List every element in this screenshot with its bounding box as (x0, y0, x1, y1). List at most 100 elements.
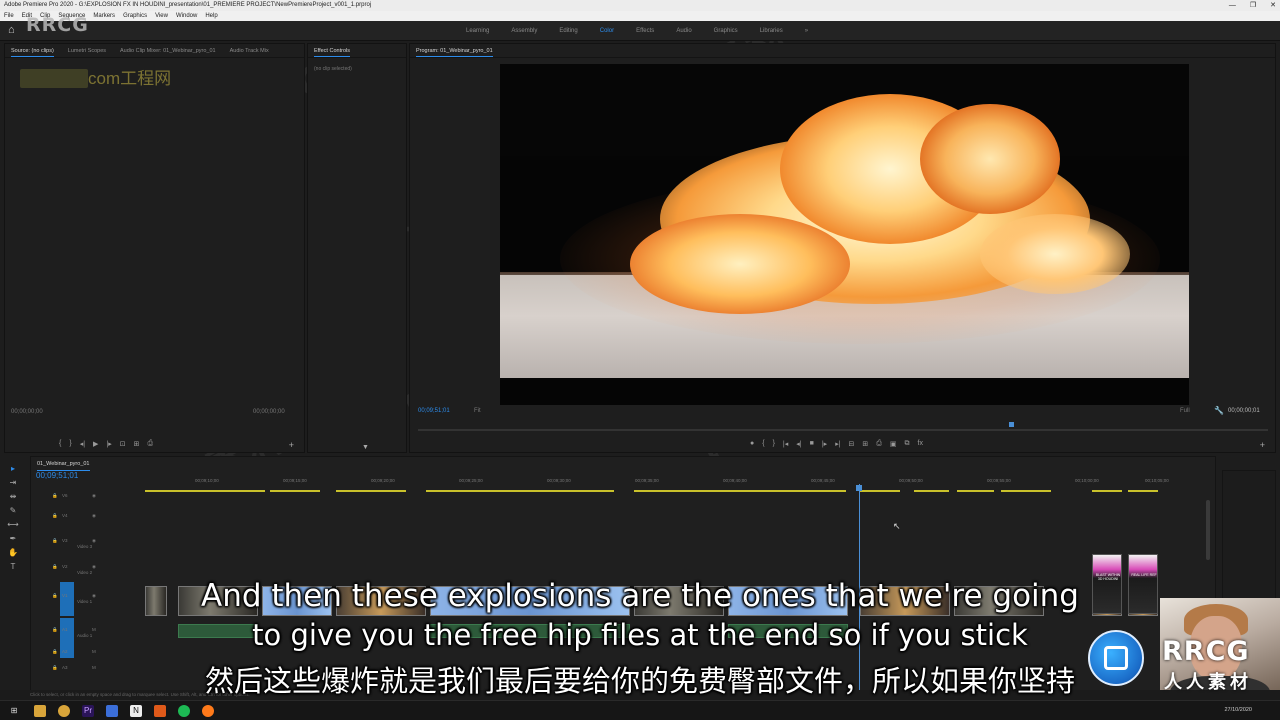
track-select-tool-icon[interactable]: ⇥ (10, 478, 17, 487)
notion-icon[interactable]: N (130, 705, 142, 717)
mark-out-icon[interactable]: } (773, 440, 775, 448)
timeline-timecode[interactable]: 00;09;51;01 (36, 471, 78, 480)
eye-icon[interactable]: ◉ (92, 493, 96, 499)
workspace-more[interactable]: » (794, 21, 819, 41)
windows-start-icon[interactable]: ⊞ (8, 705, 20, 717)
work-area-bar[interactable] (860, 490, 900, 492)
eye-icon[interactable]: ◉ (92, 538, 96, 544)
clip-dropdown[interactable]: (no clip selected) (314, 66, 352, 72)
tab-sequence[interactable]: 01_Webinar_pyro_01 (37, 457, 90, 471)
file-explorer-icon[interactable] (34, 705, 46, 717)
close-button[interactable]: ✕ (1270, 0, 1276, 11)
lock-icon[interactable]: 🔒 (52, 493, 58, 499)
workspace-editing[interactable]: Editing (548, 21, 588, 41)
workspace-assembly[interactable]: Assembly (500, 21, 548, 41)
type-tool-icon[interactable]: T (11, 562, 16, 571)
add-marker-icon[interactable]: ● (750, 440, 754, 448)
lock-icon[interactable]: 🔒 (52, 564, 58, 570)
play-icon[interactable]: ▶ (93, 440, 98, 448)
app-icon[interactable] (106, 705, 118, 717)
add-button-icon[interactable]: + (1260, 440, 1265, 450)
export-frame-icon[interactable]: ⎙ (148, 440, 154, 448)
compare-icon[interactable]: ▣ (890, 440, 897, 448)
tab-program[interactable]: Program: 01_Webinar_pyro_01 (416, 44, 493, 57)
playhead-handle[interactable] (856, 485, 862, 491)
lift-icon[interactable]: ⊟ (849, 440, 855, 448)
work-area-bar[interactable] (1092, 490, 1122, 492)
pen-tool-icon[interactable]: ✒ (10, 534, 17, 543)
go-to-in-icon[interactable]: |◂ (783, 440, 788, 448)
step-back-icon[interactable]: ◂| (796, 440, 801, 448)
tab-effect-controls[interactable]: Effect Controls (314, 44, 350, 57)
work-area-bar[interactable] (336, 490, 406, 492)
work-area-bar[interactable] (426, 490, 614, 492)
mark-out-icon[interactable]: } (69, 440, 71, 448)
spotify-icon[interactable] (178, 705, 190, 717)
lock-icon[interactable]: 🔒 (52, 538, 58, 544)
stop-icon[interactable]: ■ (810, 440, 814, 448)
slip-tool-icon[interactable]: ⟷ (7, 520, 18, 529)
tab-lumetri-scopes[interactable]: Lumetri Scopes (68, 44, 106, 57)
tab-source[interactable]: Source: (no clips) (11, 44, 54, 57)
filter-icon[interactable]: ▼ (362, 444, 369, 451)
workspace-libraries[interactable]: Libraries (749, 21, 794, 41)
workspace-audio[interactable]: Audio (665, 21, 702, 41)
workspace-graphics[interactable]: Graphics (703, 21, 749, 41)
firefox-icon[interactable] (202, 705, 214, 717)
add-button-icon[interactable]: + (289, 440, 294, 450)
work-area-bar[interactable] (1001, 490, 1051, 492)
work-area-bar[interactable] (634, 490, 846, 492)
eye-icon[interactable]: ◉ (92, 564, 96, 570)
track-header[interactable]: 🔒 V3 ◉ Video 3 (32, 535, 144, 549)
source-timecode[interactable]: 00;00;00;00 (11, 409, 43, 415)
hand-tool-icon[interactable]: ✋ (8, 548, 18, 557)
selection-tool-icon[interactable]: ▸ (11, 464, 15, 473)
menu-window[interactable]: Window (176, 11, 197, 21)
premiere-pro-icon[interactable]: Pr (82, 705, 94, 717)
step-forward-icon[interactable]: |▸ (822, 440, 827, 448)
go-to-out-icon[interactable]: ▸| (835, 440, 840, 448)
step-forward-icon[interactable]: |▸ (106, 440, 111, 448)
program-scrubber[interactable] (418, 429, 1268, 431)
home-icon[interactable]: ⌂ (8, 24, 20, 36)
fx-icon[interactable]: fx (918, 440, 923, 448)
program-timecode[interactable]: 00;09;51;01 (418, 408, 450, 414)
track-header[interactable]: 🔒 V4 ◉ (32, 510, 144, 524)
tab-audio-clip-mixer[interactable]: Audio Clip Mixer: 01_Webinar_pyro_01 (120, 44, 216, 57)
work-area-bar[interactable] (270, 490, 320, 492)
overwrite-icon[interactable]: ⊞ (134, 440, 140, 448)
vr-icon[interactable]: ⧉ (905, 440, 910, 448)
work-area-bar[interactable] (957, 490, 994, 492)
extract-icon[interactable]: ⊞ (862, 440, 868, 448)
work-area-bar[interactable] (914, 490, 949, 492)
workspace-effects[interactable]: Effects (625, 21, 665, 41)
menu-file[interactable]: File (4, 11, 14, 21)
program-fit-dropdown[interactable]: Fit (474, 408, 481, 414)
chrome-icon[interactable] (58, 705, 70, 717)
maximize-button[interactable]: ❐ (1250, 0, 1256, 11)
mark-in-icon[interactable]: { (59, 440, 61, 448)
program-playhead-marker[interactable] (1009, 422, 1014, 427)
step-back-icon[interactable]: ◂| (80, 440, 85, 448)
insert-icon[interactable]: ⊡ (120, 440, 126, 448)
mark-in-icon[interactable]: { (762, 440, 764, 448)
track-header[interactable]: 🔒 V2 ◉ Video 2 (32, 561, 144, 575)
program-quality-dropdown[interactable]: Full (1180, 408, 1190, 414)
menu-view[interactable]: View (155, 11, 168, 21)
menu-help[interactable]: Help (205, 11, 217, 21)
razor-tool-icon[interactable]: ✎ (10, 506, 17, 515)
lock-icon[interactable]: 🔒 (52, 513, 58, 519)
eye-icon[interactable]: ◉ (92, 513, 96, 519)
tab-audio-track-mix[interactable]: Audio Track Mix (230, 44, 269, 57)
timeline-scrollbar[interactable] (1206, 500, 1210, 560)
menu-markers[interactable]: Markers (93, 11, 115, 21)
ripple-edit-tool-icon[interactable]: ⇹ (10, 492, 17, 501)
houdini-icon[interactable] (154, 705, 166, 717)
export-frame-icon[interactable]: ⎙ (876, 440, 882, 448)
workspace-learning[interactable]: Learning (455, 21, 500, 41)
workspace-color[interactable]: Color (589, 21, 625, 41)
work-area-bar[interactable] (145, 490, 265, 492)
wrench-icon[interactable]: 🔧 (1214, 406, 1224, 415)
minimize-button[interactable]: — (1229, 0, 1236, 11)
work-area-bar[interactable] (1128, 490, 1158, 492)
